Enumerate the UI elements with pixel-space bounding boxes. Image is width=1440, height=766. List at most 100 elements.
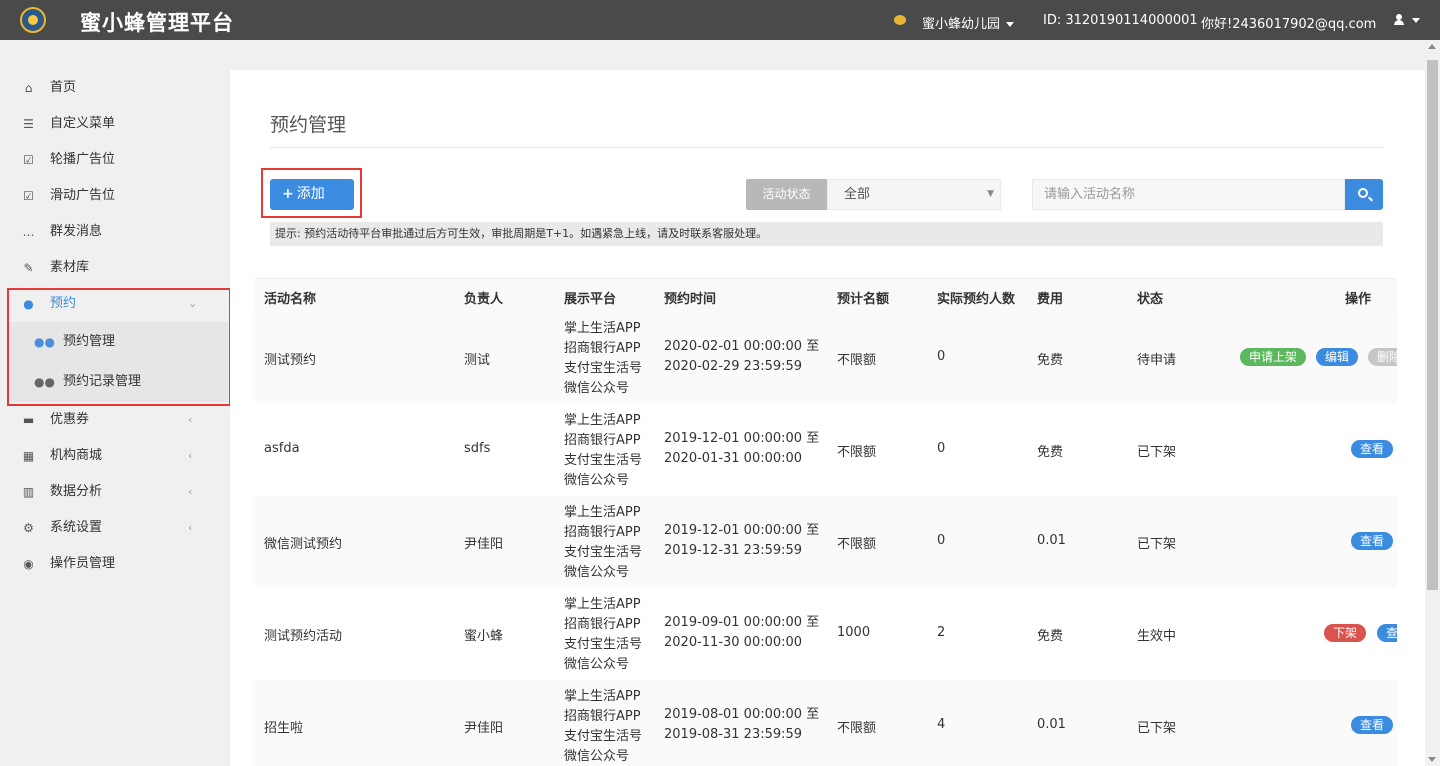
cell-name: asfda — [264, 441, 300, 456]
sidebar-item-settings[interactable]: ⚙ 系统设置 ‹ — [0, 510, 230, 546]
sidebar-item-operators[interactable]: ◉ 操作员管理 — [0, 546, 230, 582]
sidebar-item-materials[interactable]: ✎ 素材库 — [0, 250, 230, 286]
chat-icon: … — [22, 225, 35, 239]
platform-item: 微信公众号 — [564, 473, 630, 488]
platform-item: 招商银行APP — [564, 341, 641, 356]
page-title: 预约管理 — [270, 114, 347, 136]
chevron-left-icon: ‹ — [188, 449, 193, 462]
sidebar-item-label: 操作员管理 — [50, 556, 116, 571]
time-end: 2020-01-31 00:00:00 — [664, 451, 803, 466]
cell-owner: 蜜小蜂 — [464, 629, 504, 644]
cell-quota: 1000 — [837, 625, 871, 640]
view-button[interactable]: 查看 — [1351, 716, 1393, 734]
unlist-button[interactable]: 下架 — [1324, 624, 1366, 642]
platform-item: 微信公众号 — [564, 657, 630, 672]
platform-item: 支付宝生活号 — [564, 545, 643, 560]
status-filter-select[interactable]: 全部 ▼ — [827, 179, 1001, 210]
cell-platforms: 掌上生活APP 招商银行APP 支付宝生活号 微信公众号 — [564, 595, 642, 675]
cell-actual: 0 — [937, 533, 946, 548]
view-button[interactable]: 查看 — [1351, 440, 1393, 458]
time-start: 2019-12-01 00:00:00 至 — [664, 431, 820, 446]
cell-owner: 尹佳阳 — [464, 537, 504, 552]
chevron-down-icon: ▼ — [987, 189, 994, 199]
scrollbar-thumb[interactable] — [1427, 60, 1438, 590]
cell-fee: 免费 — [1037, 353, 1064, 368]
cell-status: 待申请 — [1137, 353, 1177, 368]
search-button[interactable] — [1345, 179, 1383, 210]
user-menu-toggle[interactable] — [1406, 13, 1420, 28]
platform-item: 掌上生活APP — [564, 321, 641, 336]
cell-quota: 不限额 — [837, 353, 877, 368]
cell-name: 测试预约活动 — [264, 629, 343, 644]
user-icon[interactable] — [1394, 14, 1404, 26]
platform-item: 支付宝生活号 — [564, 637, 643, 652]
search-icon — [1358, 188, 1368, 198]
sidebar-item-mall[interactable]: ▦ 机构商城 ‹ — [0, 438, 230, 474]
sidebar-item-custom-menu[interactable]: ☰ 自定义菜单 — [0, 106, 230, 142]
sidebar-item-carousel-ads[interactable]: ☑ 轮播广告位 — [0, 142, 230, 178]
cell-platforms: 掌上生活APP 招商银行APP 支付宝生活号 微信公众号 — [564, 503, 642, 583]
column-header: 活动名称 — [264, 292, 317, 307]
chevron-left-icon: ‹ — [188, 485, 193, 498]
cell-time: 2019-08-01 00:00:00 至 2019-08-31 23:59:5… — [664, 705, 819, 745]
cell-platforms: 掌上生活APP 招商银行APP 支付宝生活号 微信公众号 — [564, 411, 642, 491]
sidebar-item-label: 系统设置 — [50, 520, 103, 535]
sidebar-item-label: 优惠券 — [50, 412, 90, 427]
highlight-box-booking — [7, 288, 231, 406]
platform-item: 支付宝生活号 — [564, 361, 643, 376]
time-end: 2020-11-30 00:00:00 — [664, 635, 803, 650]
edit-icon: ✎ — [23, 261, 34, 275]
view-button[interactable]: 查看 — [1377, 624, 1397, 642]
user-greeting: 你好!2436017902@qq.com — [1201, 17, 1377, 32]
org-name: 蜜小蜂幼儿园 — [922, 17, 1001, 32]
cell-fee: 免费 — [1037, 445, 1064, 460]
scroll-up-icon[interactable] — [1428, 44, 1436, 49]
column-header: 实际预约人数 — [937, 292, 1016, 307]
cell-quota: 不限额 — [837, 445, 877, 460]
scroll-down-icon[interactable] — [1428, 757, 1436, 762]
platform-item: 支付宝生活号 — [564, 729, 643, 744]
cell-actual: 2 — [937, 625, 946, 640]
hint-banner: 提示: 预约活动待平台审批通过后方可生效，审批周期是T+1。如遇紧急上线，请及时… — [270, 222, 1383, 246]
sidebar-item-label: 素材库 — [50, 260, 90, 275]
building-icon: ▦ — [22, 449, 35, 463]
cell-status: 已下架 — [1137, 721, 1177, 736]
org-switcher[interactable]: 蜜小蜂幼儿园 — [922, 13, 1015, 32]
cell-actual: 4 — [937, 717, 946, 732]
home-icon: ⌂ — [24, 81, 33, 95]
sidebar-item-label: 自定义菜单 — [50, 116, 116, 131]
sidebar-item-analytics[interactable]: ▥ 数据分析 ‹ — [0, 474, 230, 510]
user-circle-icon: ◉ — [23, 557, 34, 571]
sidebar-item-slide-ads[interactable]: ☑ 滑动广告位 — [0, 178, 230, 214]
platform-item: 招商银行APP — [564, 709, 641, 724]
cell-platforms: 掌上生活APP 招商银行APP 支付宝生活号 微信公众号 — [564, 687, 642, 766]
cell-owner: 测试 — [464, 353, 491, 368]
apply-listing-button[interactable]: 申请上架 — [1240, 348, 1306, 366]
table-row: 测试预约活动 蜜小蜂 掌上生活APP 招商银行APP 支付宝生活号 微信公众号 … — [255, 587, 1397, 679]
platform-item: 掌上生活APP — [564, 689, 641, 704]
highlight-box-add — [261, 168, 362, 218]
cell-fee: 免费 — [1037, 629, 1064, 644]
time-start: 2019-08-01 00:00:00 至 — [664, 707, 820, 722]
edit-button[interactable]: 编辑 — [1316, 348, 1358, 366]
time-start: 2019-09-01 00:00:00 至 — [664, 615, 820, 630]
sidebar-item-label: 数据分析 — [50, 484, 103, 499]
sidebar-item-mass-message[interactable]: … 群发消息 — [0, 214, 230, 250]
cell-name: 测试预约 — [264, 353, 317, 368]
title-divider — [270, 147, 1383, 148]
view-button[interactable]: 查看 — [1351, 532, 1393, 550]
column-header: 展示平台 — [564, 292, 617, 307]
cell-status: 已下架 — [1137, 537, 1177, 552]
cell-quota: 不限额 — [837, 537, 877, 552]
sidebar-item-coupons[interactable]: ▬ 优惠券 ‹ — [0, 402, 230, 438]
delete-button[interactable]: 删除 — [1368, 348, 1397, 366]
table-row: 招生啦 尹佳阳 掌上生活APP 招商银行APP 支付宝生活号 微信公众号 201… — [255, 679, 1397, 766]
search-input[interactable]: 请输入活动名称 — [1032, 179, 1345, 210]
cell-time: 2019-09-01 00:00:00 至 2020-11-30 00:00:0… — [664, 613, 819, 653]
sidebar-item-home[interactable]: ⌂ 首页 — [0, 70, 230, 106]
platform-item: 微信公众号 — [564, 749, 630, 764]
platform-item: 微信公众号 — [564, 565, 630, 580]
platform-item: 掌上生活APP — [564, 505, 641, 520]
page-scrollbar[interactable] — [1425, 40, 1440, 766]
list-icon: ☰ — [23, 117, 34, 131]
